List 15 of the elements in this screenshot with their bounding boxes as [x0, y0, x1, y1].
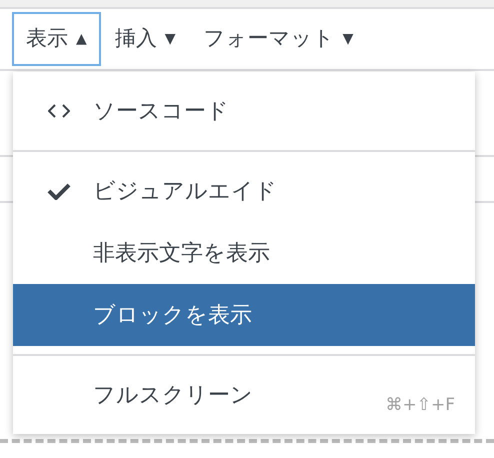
- menubar-item[interactable]: 挿入 ▼: [100, 12, 190, 66]
- menu-item[interactable]: 非表示文字を表示: [13, 222, 475, 284]
- menu-item[interactable]: ソースコード: [13, 80, 475, 142]
- menu-item-label: 非表示文字を表示: [93, 240, 270, 268]
- menu-item[interactable]: ブロックを表示: [13, 284, 475, 346]
- menu-item-label: ブロックを表示: [93, 302, 252, 330]
- menu-item[interactable]: ビジュアルエイド: [13, 160, 475, 222]
- menu-item-label: フルスクリーン: [93, 382, 253, 410]
- menubar-item[interactable]: 表示 ▲: [12, 12, 101, 66]
- menu-item-label: ソースコード: [93, 98, 229, 126]
- code-icon: [48, 104, 70, 118]
- menu-item[interactable]: フルスクリーン ⌘+⇧+F: [13, 364, 475, 426]
- menu-item-label: ビジュアルエイド: [93, 178, 277, 206]
- menubar-item[interactable]: フォーマット ▼: [190, 12, 368, 66]
- shortcut-label: ⌘+⇧+F: [385, 394, 455, 416]
